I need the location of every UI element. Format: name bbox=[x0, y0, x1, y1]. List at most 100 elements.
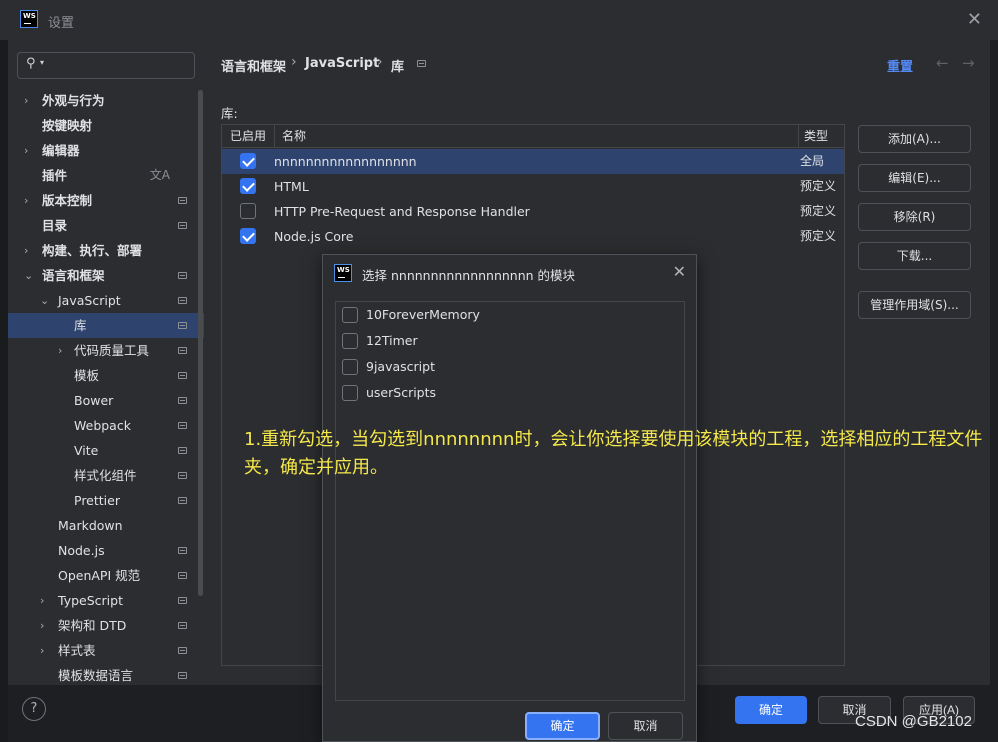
webstorm-logo-icon: WS bbox=[334, 264, 352, 282]
enabled-checkbox[interactable] bbox=[240, 178, 256, 194]
project-scope-icon bbox=[178, 222, 187, 229]
project-scope-icon bbox=[178, 497, 187, 504]
module-name: 9javascript bbox=[366, 359, 435, 374]
sidebar-item-appearance[interactable]: › 外观与行为 bbox=[8, 88, 204, 113]
sidebar-item-bower[interactable]: Bower bbox=[8, 388, 204, 413]
sidebar-item-editor[interactable]: › 编辑器 bbox=[8, 138, 204, 163]
sidebar-item-label: 编辑器 bbox=[42, 143, 80, 158]
reset-link[interactable]: 重置 bbox=[887, 56, 913, 75]
breadcrumb-javascript[interactable]: JavaScript bbox=[305, 56, 379, 71]
remove-button[interactable]: 移除(R) bbox=[858, 203, 971, 231]
sidebar-item-build[interactable]: › 构建、执行、部署 bbox=[8, 238, 204, 263]
table-row[interactable]: Node.js Core 预定义 bbox=[222, 224, 844, 249]
enabled-checkbox[interactable] bbox=[240, 228, 256, 244]
list-item[interactable]: userScripts bbox=[336, 380, 684, 406]
help-icon[interactable]: ? bbox=[22, 697, 46, 721]
forward-arrow-icon[interactable]: → bbox=[962, 54, 975, 72]
close-icon[interactable]: ✕ bbox=[967, 9, 982, 30]
library-name: HTML bbox=[274, 179, 309, 194]
table-row[interactable]: HTTP Pre-Request and Response Handler 预定… bbox=[222, 199, 844, 224]
enabled-checkbox[interactable] bbox=[240, 153, 256, 169]
project-scope-icon bbox=[178, 197, 187, 204]
close-icon[interactable]: ✕ bbox=[673, 262, 686, 281]
sidebar-item-style-sheets[interactable]: › 样式表 bbox=[8, 638, 204, 663]
manage-scopes-button[interactable]: 管理作用域(S)... bbox=[858, 291, 971, 319]
sidebar-item-openapi[interactable]: OpenAPI 规范 bbox=[8, 563, 204, 588]
search-input[interactable] bbox=[50, 56, 190, 75]
sidebar-item-template-data-languages[interactable]: 模板数据语言 bbox=[8, 663, 204, 685]
list-item[interactable]: 12Timer bbox=[336, 328, 684, 354]
chevron-right-icon: › bbox=[40, 644, 45, 657]
project-scope-icon bbox=[178, 447, 187, 454]
sidebar-item-label: OpenAPI 规范 bbox=[58, 568, 141, 583]
chevron-down-icon[interactable]: ▾ bbox=[40, 58, 44, 67]
title-bar: WS 设置 ✕ bbox=[0, 0, 998, 40]
module-checkbox[interactable] bbox=[342, 359, 358, 375]
column-enabled[interactable]: 已启用 bbox=[230, 125, 266, 148]
sidebar-item-templates[interactable]: 模板 bbox=[8, 363, 204, 388]
project-scope-icon bbox=[178, 272, 187, 279]
sidebar-item-styled-components[interactable]: 样式化组件 bbox=[8, 463, 204, 488]
sidebar-item-label: 按键映射 bbox=[42, 118, 93, 133]
column-name[interactable]: 名称 bbox=[282, 125, 306, 148]
sidebar-item-label: Prettier bbox=[74, 493, 120, 508]
webstorm-logo-icon: WS bbox=[20, 10, 38, 28]
list-item[interactable]: 10ForeverMemory bbox=[336, 302, 684, 328]
sidebar-item-prettier[interactable]: Prettier bbox=[8, 488, 204, 513]
table-header: 已启用 名称 类型 bbox=[222, 125, 844, 148]
sidebar-item-webpack[interactable]: Webpack bbox=[8, 413, 204, 438]
module-checkbox[interactable] bbox=[342, 307, 358, 323]
download-button[interactable]: 下载... bbox=[858, 242, 971, 270]
table-row[interactable]: nnnnnnnnnnnnnnnnnn 全局 bbox=[222, 149, 844, 174]
library-name: HTTP Pre-Request and Response Handler bbox=[274, 204, 530, 219]
edit-button[interactable]: 编辑(E)... bbox=[858, 164, 971, 192]
sidebar-item-directories[interactable]: 目录 bbox=[8, 213, 204, 238]
library-type: 预定义 bbox=[800, 229, 837, 243]
dialog-cancel-button[interactable]: 取消 bbox=[608, 712, 683, 740]
dialog-ok-button[interactable]: 确定 bbox=[525, 712, 600, 740]
chevron-down-icon: ⌄ bbox=[24, 269, 34, 282]
sidebar-item-plugins[interactable]: 插件 文A bbox=[8, 163, 204, 188]
enabled-checkbox[interactable] bbox=[240, 203, 256, 219]
module-list: 10ForeverMemory 12Timer 9javascript user… bbox=[335, 301, 685, 701]
module-checkbox[interactable] bbox=[342, 385, 358, 401]
libraries-label: 库: bbox=[221, 106, 238, 121]
sidebar-item-keymap[interactable]: 按键映射 bbox=[8, 113, 204, 138]
sidebar-item-libraries[interactable]: 库 bbox=[8, 313, 204, 338]
add-button[interactable]: 添加(A)... bbox=[858, 125, 971, 153]
search-box[interactable]: ⚲ ▾ bbox=[17, 52, 195, 79]
project-scope-icon bbox=[178, 672, 187, 679]
module-name: userScripts bbox=[366, 385, 437, 400]
sidebar-item-vite[interactable]: Vite bbox=[8, 438, 204, 463]
breadcrumb-languages[interactable]: 语言和框架 bbox=[221, 56, 286, 75]
table-row[interactable]: HTML 预定义 bbox=[222, 174, 844, 199]
sidebar-item-javascript[interactable]: ⌄ JavaScript bbox=[8, 288, 204, 313]
sidebar-item-markdown[interactable]: Markdown bbox=[8, 513, 204, 538]
sidebar-item-schemas-dtd[interactable]: › 架构和 DTD bbox=[8, 613, 204, 638]
sidebar-scrollbar[interactable] bbox=[198, 90, 203, 596]
module-name: 12Timer bbox=[366, 333, 418, 348]
column-type[interactable]: 类型 bbox=[804, 125, 828, 148]
back-arrow-icon[interactable]: ← bbox=[936, 54, 949, 72]
list-item[interactable]: 9javascript bbox=[336, 354, 684, 380]
breadcrumb-libraries: 库 bbox=[391, 60, 405, 75]
sidebar-item-nodejs[interactable]: Node.js bbox=[8, 538, 204, 563]
library-type: 预定义 bbox=[800, 204, 837, 218]
module-checkbox[interactable] bbox=[342, 333, 358, 349]
search-icon: ⚲ bbox=[26, 56, 36, 71]
sidebar-item-label: Vite bbox=[74, 443, 99, 458]
column-divider bbox=[798, 125, 799, 148]
sidebar-item-code-quality[interactable]: › 代码质量工具 bbox=[8, 338, 204, 363]
sidebar-item-vcs[interactable]: › 版本控制 bbox=[8, 188, 204, 213]
library-name: nnnnnnnnnnnnnnnnnn bbox=[274, 154, 417, 169]
sidebar-item-label: JavaScript bbox=[58, 293, 121, 308]
sidebar-item-label: Markdown bbox=[58, 518, 123, 533]
sidebar-item-languages[interactable]: ⌄ 语言和框架 bbox=[8, 263, 204, 288]
sidebar-item-typescript[interactable]: › TypeScript bbox=[8, 588, 204, 613]
choose-modules-dialog: WS 选择 nnnnnnnnnnnnnnnnnn 的模块 ✕ 10Forever… bbox=[322, 254, 697, 742]
sidebar-item-label: 语言和框架 bbox=[42, 268, 105, 283]
chevron-right-icon: › bbox=[24, 144, 29, 157]
project-scope-icon bbox=[178, 297, 187, 304]
ok-button[interactable]: 确定 bbox=[735, 696, 807, 724]
project-scope-icon bbox=[178, 397, 187, 404]
